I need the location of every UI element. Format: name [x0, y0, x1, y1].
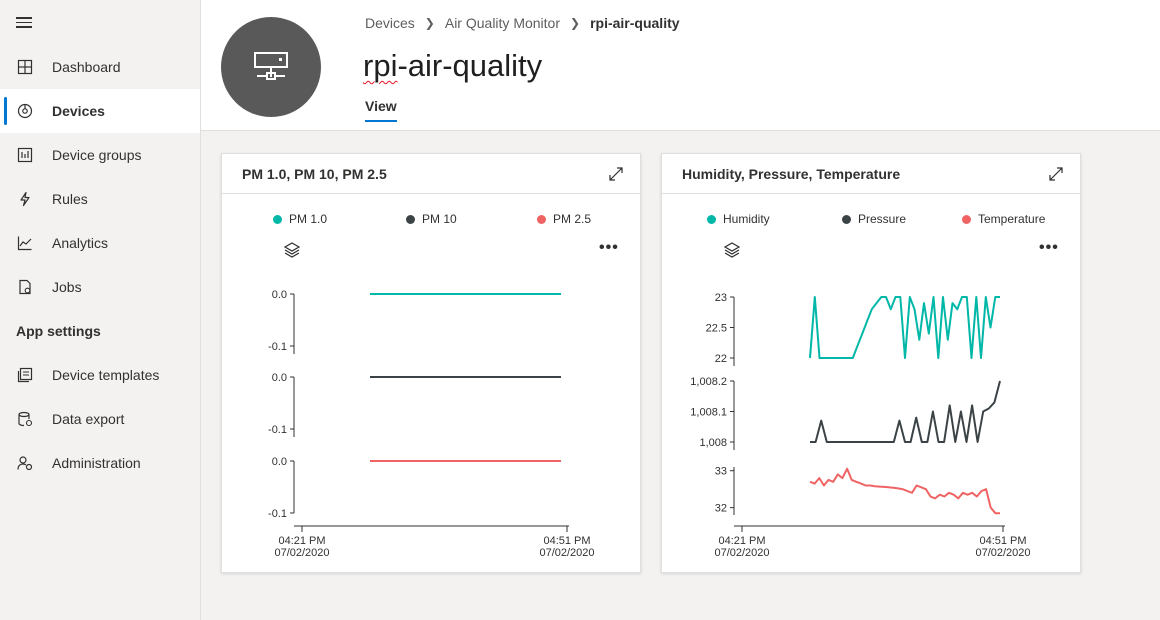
expand-icon[interactable]: [1048, 166, 1064, 182]
page-title-text: rpi-air-quality: [363, 48, 542, 83]
legend-dot: [707, 214, 716, 224]
expand-icon[interactable]: [608, 166, 624, 182]
series-line-humidity: [809, 296, 1000, 359]
tab-view[interactable]: View: [365, 98, 397, 122]
legend-label: Pressure: [858, 212, 907, 226]
y-tick-label: 32: [715, 503, 727, 515]
legend-dot: [406, 214, 415, 224]
pm-chart-card: PM 1.0, PM 10, PM 2.5 PM 1.0 PM 10 PM 2.…: [221, 153, 641, 573]
y-tick-label: 33: [715, 466, 727, 478]
sidebar-item-devices[interactable]: Devices: [0, 89, 200, 133]
chevron-right-icon: ❯: [424, 16, 435, 30]
legend-label: Temperature: [978, 212, 1046, 226]
sidebar-item-data-export[interactable]: Data export: [0, 397, 200, 441]
sidebar-item-label: Device groups: [52, 147, 142, 163]
series-line-temperature: [809, 467, 1000, 515]
sidebar-item-analytics[interactable]: Analytics: [0, 221, 200, 265]
y-tick-label: 1,008: [699, 437, 727, 449]
legend-label: PM 10: [422, 212, 457, 226]
legend-item-pm25[interactable]: PM 2.5: [537, 212, 591, 226]
x-tick-time: 04:51 PM: [543, 535, 590, 547]
page-title-part: -air-quality: [397, 48, 543, 83]
y-tick-label: -0.1: [268, 508, 287, 520]
app-settings-heading: App settings: [16, 323, 101, 339]
y-tick-label: 23: [715, 292, 727, 304]
sidebar-item-jobs[interactable]: Jobs: [0, 265, 200, 309]
page-header: Devices ❯ Air Quality Monitor ❯ rpi-air-…: [201, 0, 1160, 131]
x-tick-date: 07/02/2020: [274, 547, 329, 559]
y-tick-label: -0.1: [268, 424, 287, 436]
sidebar-item-administration[interactable]: Administration: [0, 441, 200, 485]
x-tick-time: 04:21 PM: [718, 535, 765, 547]
page-title-part: rpi: [363, 48, 398, 83]
device-avatar: [221, 17, 321, 117]
environment-chart-card: Humidity, Pressure, Temperature Humidity…: [661, 153, 1081, 573]
page-title: rpi-air-quality: [363, 48, 542, 84]
sidebar-item-dashboard[interactable]: Dashboard: [0, 45, 200, 89]
x-tick-time: 04:51 PM: [979, 535, 1026, 547]
legend-item-pressure[interactable]: Pressure: [842, 212, 906, 226]
jobs-icon: [16, 278, 34, 296]
layers-icon[interactable]: [723, 241, 741, 259]
breadcrumb-devices[interactable]: Devices: [365, 15, 415, 31]
legend-dot: [842, 214, 851, 224]
y-tick-label: 0.0: [272, 456, 287, 468]
y-tick-label: 1,008.1: [690, 407, 727, 419]
sidebar-item-label: Dashboard: [52, 59, 121, 75]
data-export-icon: [16, 410, 34, 428]
sidebar-item-label: Administration: [52, 455, 141, 471]
y-tick-label: 1,008.2: [690, 376, 727, 388]
legend-item-humidity[interactable]: Humidity: [707, 212, 770, 226]
x-tick-date: 07/02/2020: [975, 547, 1030, 559]
y-tick-label: 22.5: [706, 323, 727, 335]
administration-icon: [16, 454, 34, 472]
legend-label: PM 1.0: [289, 212, 328, 226]
device-groups-icon: [16, 146, 34, 164]
legend-item-temperature[interactable]: Temperature: [962, 212, 1045, 226]
y-tick-label: 22: [715, 353, 727, 365]
devices-icon: [16, 102, 34, 120]
y-tick-label: 0.0: [272, 372, 287, 384]
dashboard-icon: [16, 58, 34, 76]
hamburger-menu-icon[interactable]: [16, 14, 36, 32]
more-options-icon[interactable]: •••: [1039, 240, 1059, 256]
sidebar-item-device-templates[interactable]: Device templates: [0, 353, 200, 397]
breadcrumb: Devices ❯ Air Quality Monitor ❯ rpi-air-…: [365, 15, 680, 31]
legend-item-pm1[interactable]: PM 1.0: [273, 212, 327, 226]
environment-chart: 2322.5221,008.21,008.11,008333204:21 PM0…: [690, 292, 1030, 559]
card-title: Humidity, Pressure, Temperature: [682, 165, 901, 182]
x-tick-time: 04:21 PM: [278, 535, 325, 547]
sidebar-item-label: Analytics: [52, 235, 109, 251]
rules-icon: [16, 190, 34, 208]
breadcrumb-current: rpi-air-quality: [590, 15, 680, 31]
sidebar-item-label: Rules: [52, 191, 88, 207]
legend-dot: [962, 214, 971, 224]
breadcrumb-air-quality-monitor[interactable]: Air Quality Monitor: [445, 15, 560, 31]
x-tick-date: 07/02/2020: [539, 547, 594, 559]
sidebar-item-label: Device templates: [52, 367, 160, 383]
chevron-right-icon: ❯: [570, 16, 581, 30]
sidebar: Dashboard Devices Device groups Rules An…: [0, 0, 201, 620]
series-line-pressure: [810, 380, 1001, 443]
sidebar-item-label: Data export: [52, 411, 125, 427]
y-tick-label: 0.0: [272, 289, 287, 301]
y-tick-label: -0.1: [268, 341, 287, 353]
device-templates-icon: [16, 366, 34, 384]
card-title: PM 1.0, PM 10, PM 2.5: [242, 165, 387, 182]
sidebar-item-rules[interactable]: Rules: [0, 177, 200, 221]
legend-label: Humidity: [723, 212, 770, 226]
layers-icon[interactable]: [283, 241, 301, 259]
network-device-icon: [254, 52, 288, 80]
sidebar-item-device-groups[interactable]: Device groups: [0, 133, 200, 177]
x-tick-date: 07/02/2020: [714, 547, 769, 559]
legend-item-pm10[interactable]: PM 10: [406, 212, 457, 226]
legend-label: PM 2.5: [553, 212, 592, 226]
pm-chart: 0.0-0.10.0-0.10.0-0.104:21 PM07/02/20200…: [268, 289, 595, 559]
sidebar-item-label: Devices: [52, 103, 105, 119]
sidebar-item-label: Jobs: [52, 279, 82, 295]
legend-dot: [537, 214, 546, 224]
legend-dot: [273, 214, 282, 224]
analytics-icon: [16, 234, 34, 252]
more-options-icon[interactable]: •••: [599, 240, 619, 256]
